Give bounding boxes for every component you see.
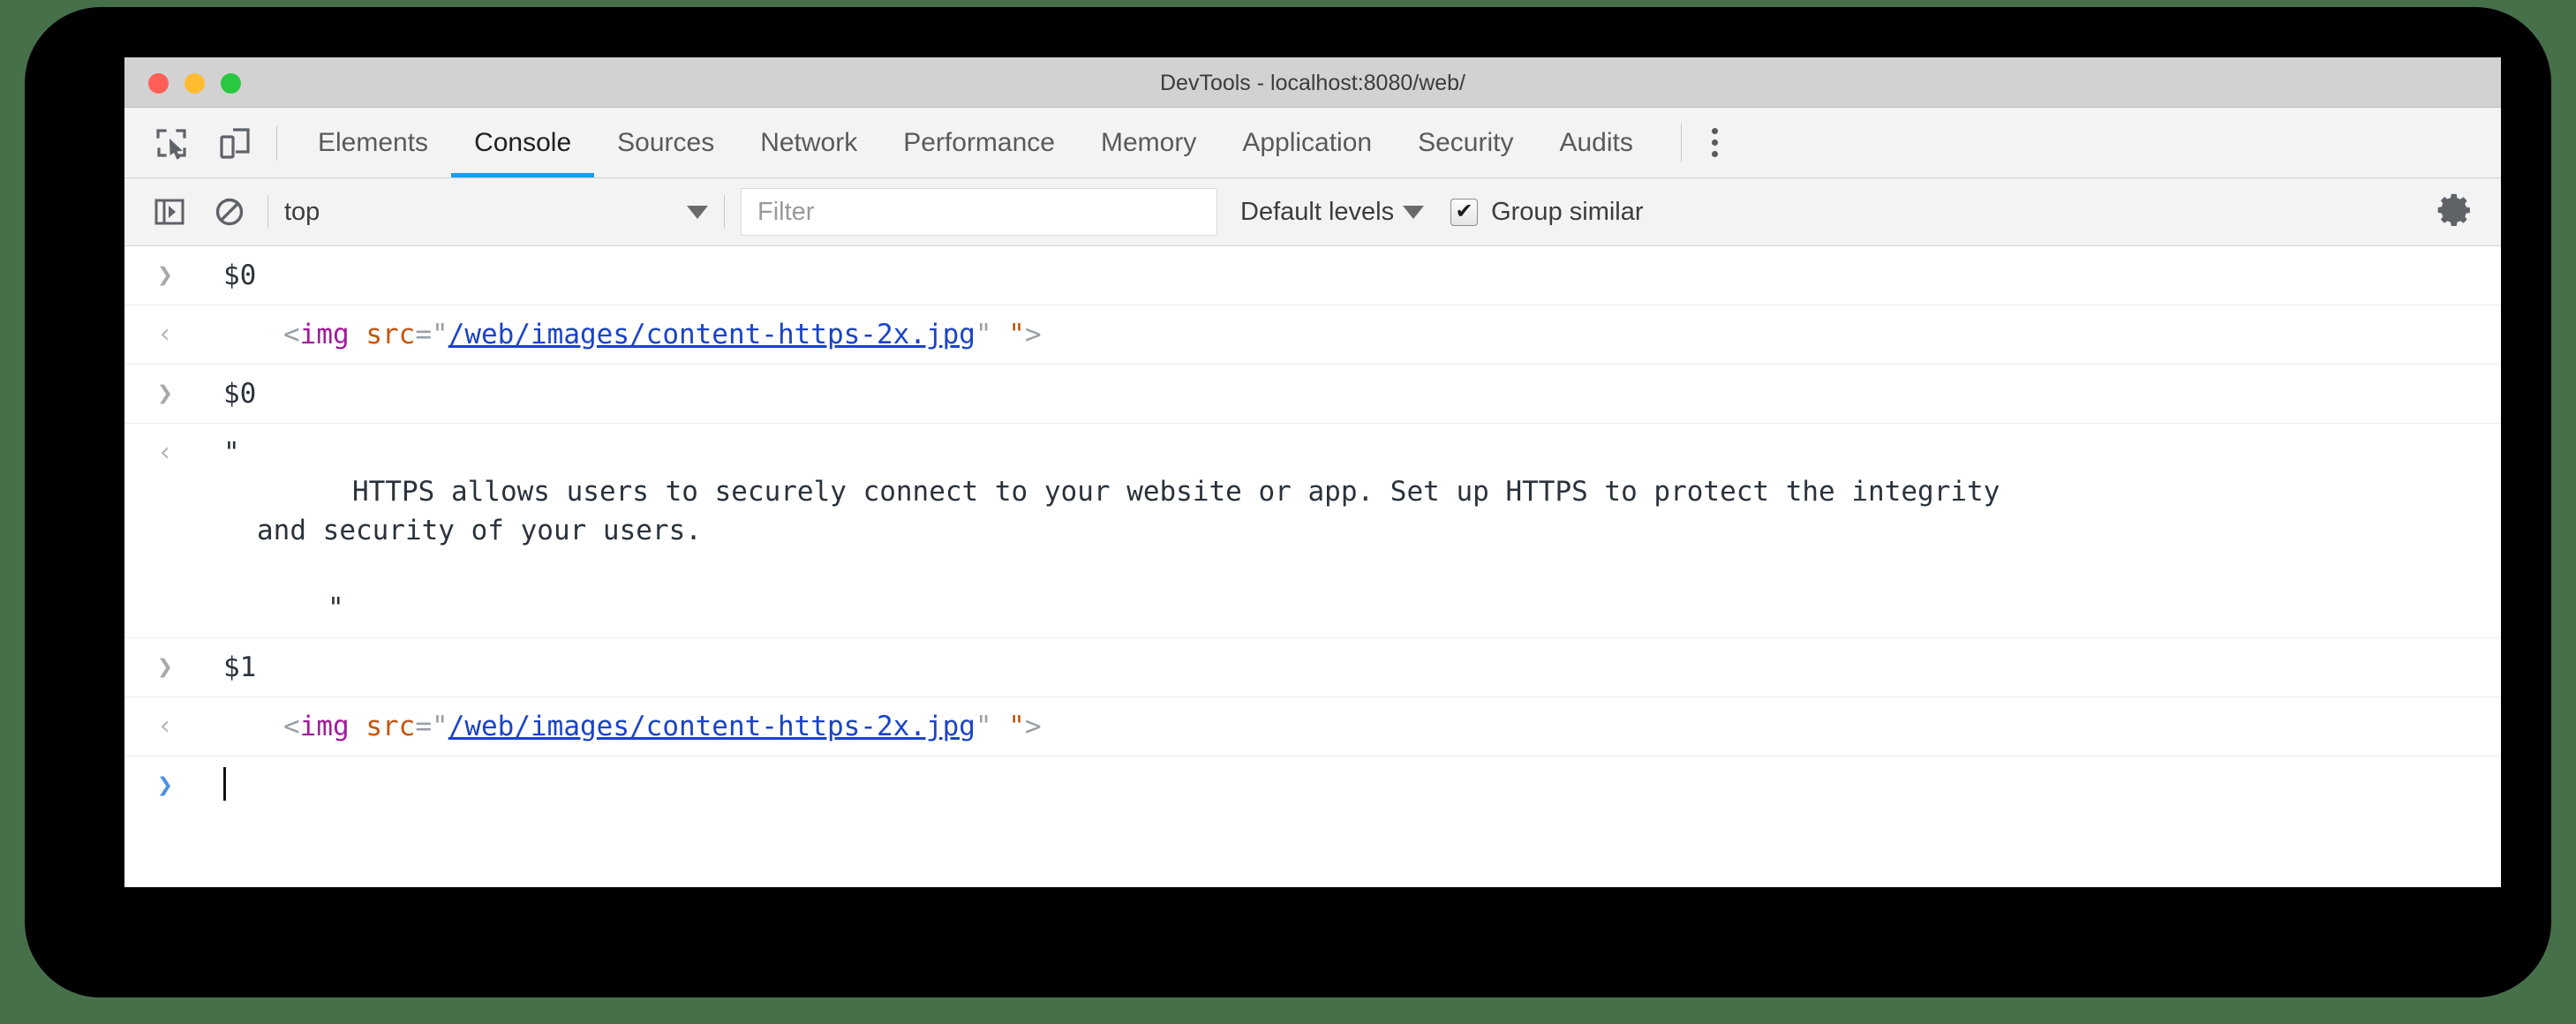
devtools-window: DevTools - localhost:8080/web/ Elements	[124, 57, 2501, 887]
output-arrow-icon: ‹	[156, 319, 174, 350]
string-line-1: HTTPS allows users to securely connect t…	[352, 476, 2000, 508]
tab-label: Security	[1418, 127, 1514, 157]
console-sidebar-icon[interactable]	[147, 190, 192, 234]
prompt-chevron-icon: ❯	[156, 770, 174, 801]
filter-input[interactable]: Filter	[741, 188, 1217, 236]
html-open-bracket: <	[283, 711, 300, 742]
html-tag-name: img	[299, 319, 350, 350]
console-input-row[interactable]: ❯ $1	[124, 638, 2501, 697]
window-title: DevTools - localhost:8080/web/	[1159, 71, 1466, 95]
html-space	[992, 711, 1009, 742]
html-attr-name: src	[365, 319, 416, 350]
html-close-bracket: >	[1024, 711, 1042, 742]
console-log-area[interactable]: ❯ $0 ‹ <img src="/web/images/content-htt…	[124, 246, 2501, 887]
string-line-2: and security of your users.	[257, 515, 702, 546]
devtools-tab-bar: Elements Console Sources Network Perform…	[124, 108, 2501, 178]
html-orphan-quote: "	[1008, 711, 1025, 742]
console-toolbar: top Filter Default levels ✔ Group simila…	[124, 178, 2501, 246]
tab-console[interactable]: Console	[451, 108, 595, 177]
group-similar-label: Group similar	[1491, 197, 1644, 226]
html-attr-name: src	[365, 711, 416, 742]
input-arrow-icon: ❯	[156, 260, 174, 290]
html-space	[350, 319, 366, 350]
more-options-icon[interactable]	[1691, 118, 1740, 168]
tab-audits[interactable]: Audits	[1536, 108, 1655, 177]
log-levels-dropdown[interactable]: Default levels	[1240, 197, 1425, 227]
console-input-text: $1	[223, 651, 257, 683]
console-input-text: $0	[223, 378, 257, 410]
html-quote-close: "	[975, 711, 992, 742]
html-tag-name: img	[299, 711, 350, 742]
toolbar-divider	[724, 195, 725, 229]
tab-label: Sources	[617, 127, 715, 157]
toolbar-divider	[1680, 123, 1682, 162]
console-output-row[interactable]: ‹ <img src="/web/images/content-https-2x…	[124, 697, 2501, 757]
execution-context-dropdown[interactable]: top	[284, 198, 708, 227]
tab-label: Performance	[903, 127, 1055, 157]
tab-label: Elements	[318, 127, 429, 157]
html-space	[350, 711, 366, 742]
html-equals: =	[415, 711, 433, 742]
html-space	[992, 319, 1009, 350]
output-arrow-icon: ‹	[156, 437, 174, 468]
chevron-down-icon	[687, 205, 708, 219]
title-bar: DevTools - localhost:8080/web/	[124, 57, 2501, 108]
tab-security[interactable]: Security	[1395, 108, 1536, 177]
output-arrow-icon: ‹	[156, 711, 174, 742]
tab-application[interactable]: Application	[1219, 108, 1395, 177]
string-quote-close: "	[328, 592, 344, 624]
log-levels-value: Default levels	[1240, 197, 1395, 226]
console-output-html: <img src="/web/images/content-https-2x.j…	[283, 707, 2501, 746]
input-arrow-icon: ❯	[156, 651, 174, 682]
inspect-element-icon[interactable]	[147, 119, 195, 167]
html-orphan-quote: "	[1008, 319, 1025, 350]
html-equals: =	[415, 319, 433, 350]
group-similar-checkbox[interactable]: ✔ Group similar	[1450, 197, 1644, 227]
console-input-text: $0	[223, 260, 257, 291]
device-frame: DevTools - localhost:8080/web/ Elements	[25, 7, 2551, 998]
execution-context-value: top	[284, 197, 320, 226]
chevron-down-icon	[1403, 205, 1425, 219]
filter-placeholder: Filter	[757, 197, 815, 226]
settings-gear-icon[interactable]	[2432, 189, 2478, 235]
html-open-bracket: <	[283, 319, 300, 350]
tab-memory[interactable]: Memory	[1078, 108, 1219, 177]
tab-sources[interactable]: Sources	[594, 108, 737, 177]
html-attr-link[interactable]: /web/images/content-https-2x.jpg	[448, 319, 975, 350]
console-prompt-input[interactable]	[223, 766, 2501, 805]
tab-performance[interactable]: Performance	[880, 108, 1078, 177]
tab-label: Memory	[1100, 127, 1197, 157]
console-input-row[interactable]: ❯ $0	[124, 246, 2501, 305]
text-cursor	[223, 767, 226, 801]
console-output-row[interactable]: ‹ <img src="/web/images/content-https-2x…	[124, 305, 2501, 365]
tab-elements[interactable]: Elements	[295, 108, 451, 177]
tab-label: Audits	[1559, 127, 1633, 157]
console-input-row[interactable]: ❯ $0	[124, 365, 2501, 424]
html-quote-open: "	[432, 319, 448, 350]
html-close-bracket: >	[1024, 319, 1042, 350]
toolbar-divider	[276, 124, 277, 161]
html-quote-close: "	[975, 319, 992, 350]
tab-label: Network	[760, 127, 858, 157]
console-output-html: <img src="/web/images/content-https-2x.j…	[283, 315, 2501, 354]
console-output-row[interactable]: ‹ " HTTPS allows users to securely conne…	[124, 424, 2501, 638]
tab-label: Console	[474, 127, 572, 157]
input-arrow-icon: ❯	[156, 378, 174, 409]
checkbox-check-icon: ✔	[1450, 198, 1479, 226]
string-quote-open: "	[223, 437, 240, 469]
tab-network[interactable]: Network	[737, 108, 880, 177]
tab-label: Application	[1242, 127, 1373, 157]
clear-console-icon[interactable]	[207, 190, 252, 234]
console-prompt-row[interactable]: ❯	[124, 757, 2501, 815]
html-attr-link[interactable]: /web/images/content-https-2x.jpg	[448, 711, 975, 742]
toolbar-divider	[267, 195, 268, 229]
device-toolbar-icon[interactable]	[211, 119, 259, 167]
console-output-string: " HTTPS allows users to securely connect…	[223, 433, 2501, 628]
html-quote-open: "	[432, 711, 448, 742]
